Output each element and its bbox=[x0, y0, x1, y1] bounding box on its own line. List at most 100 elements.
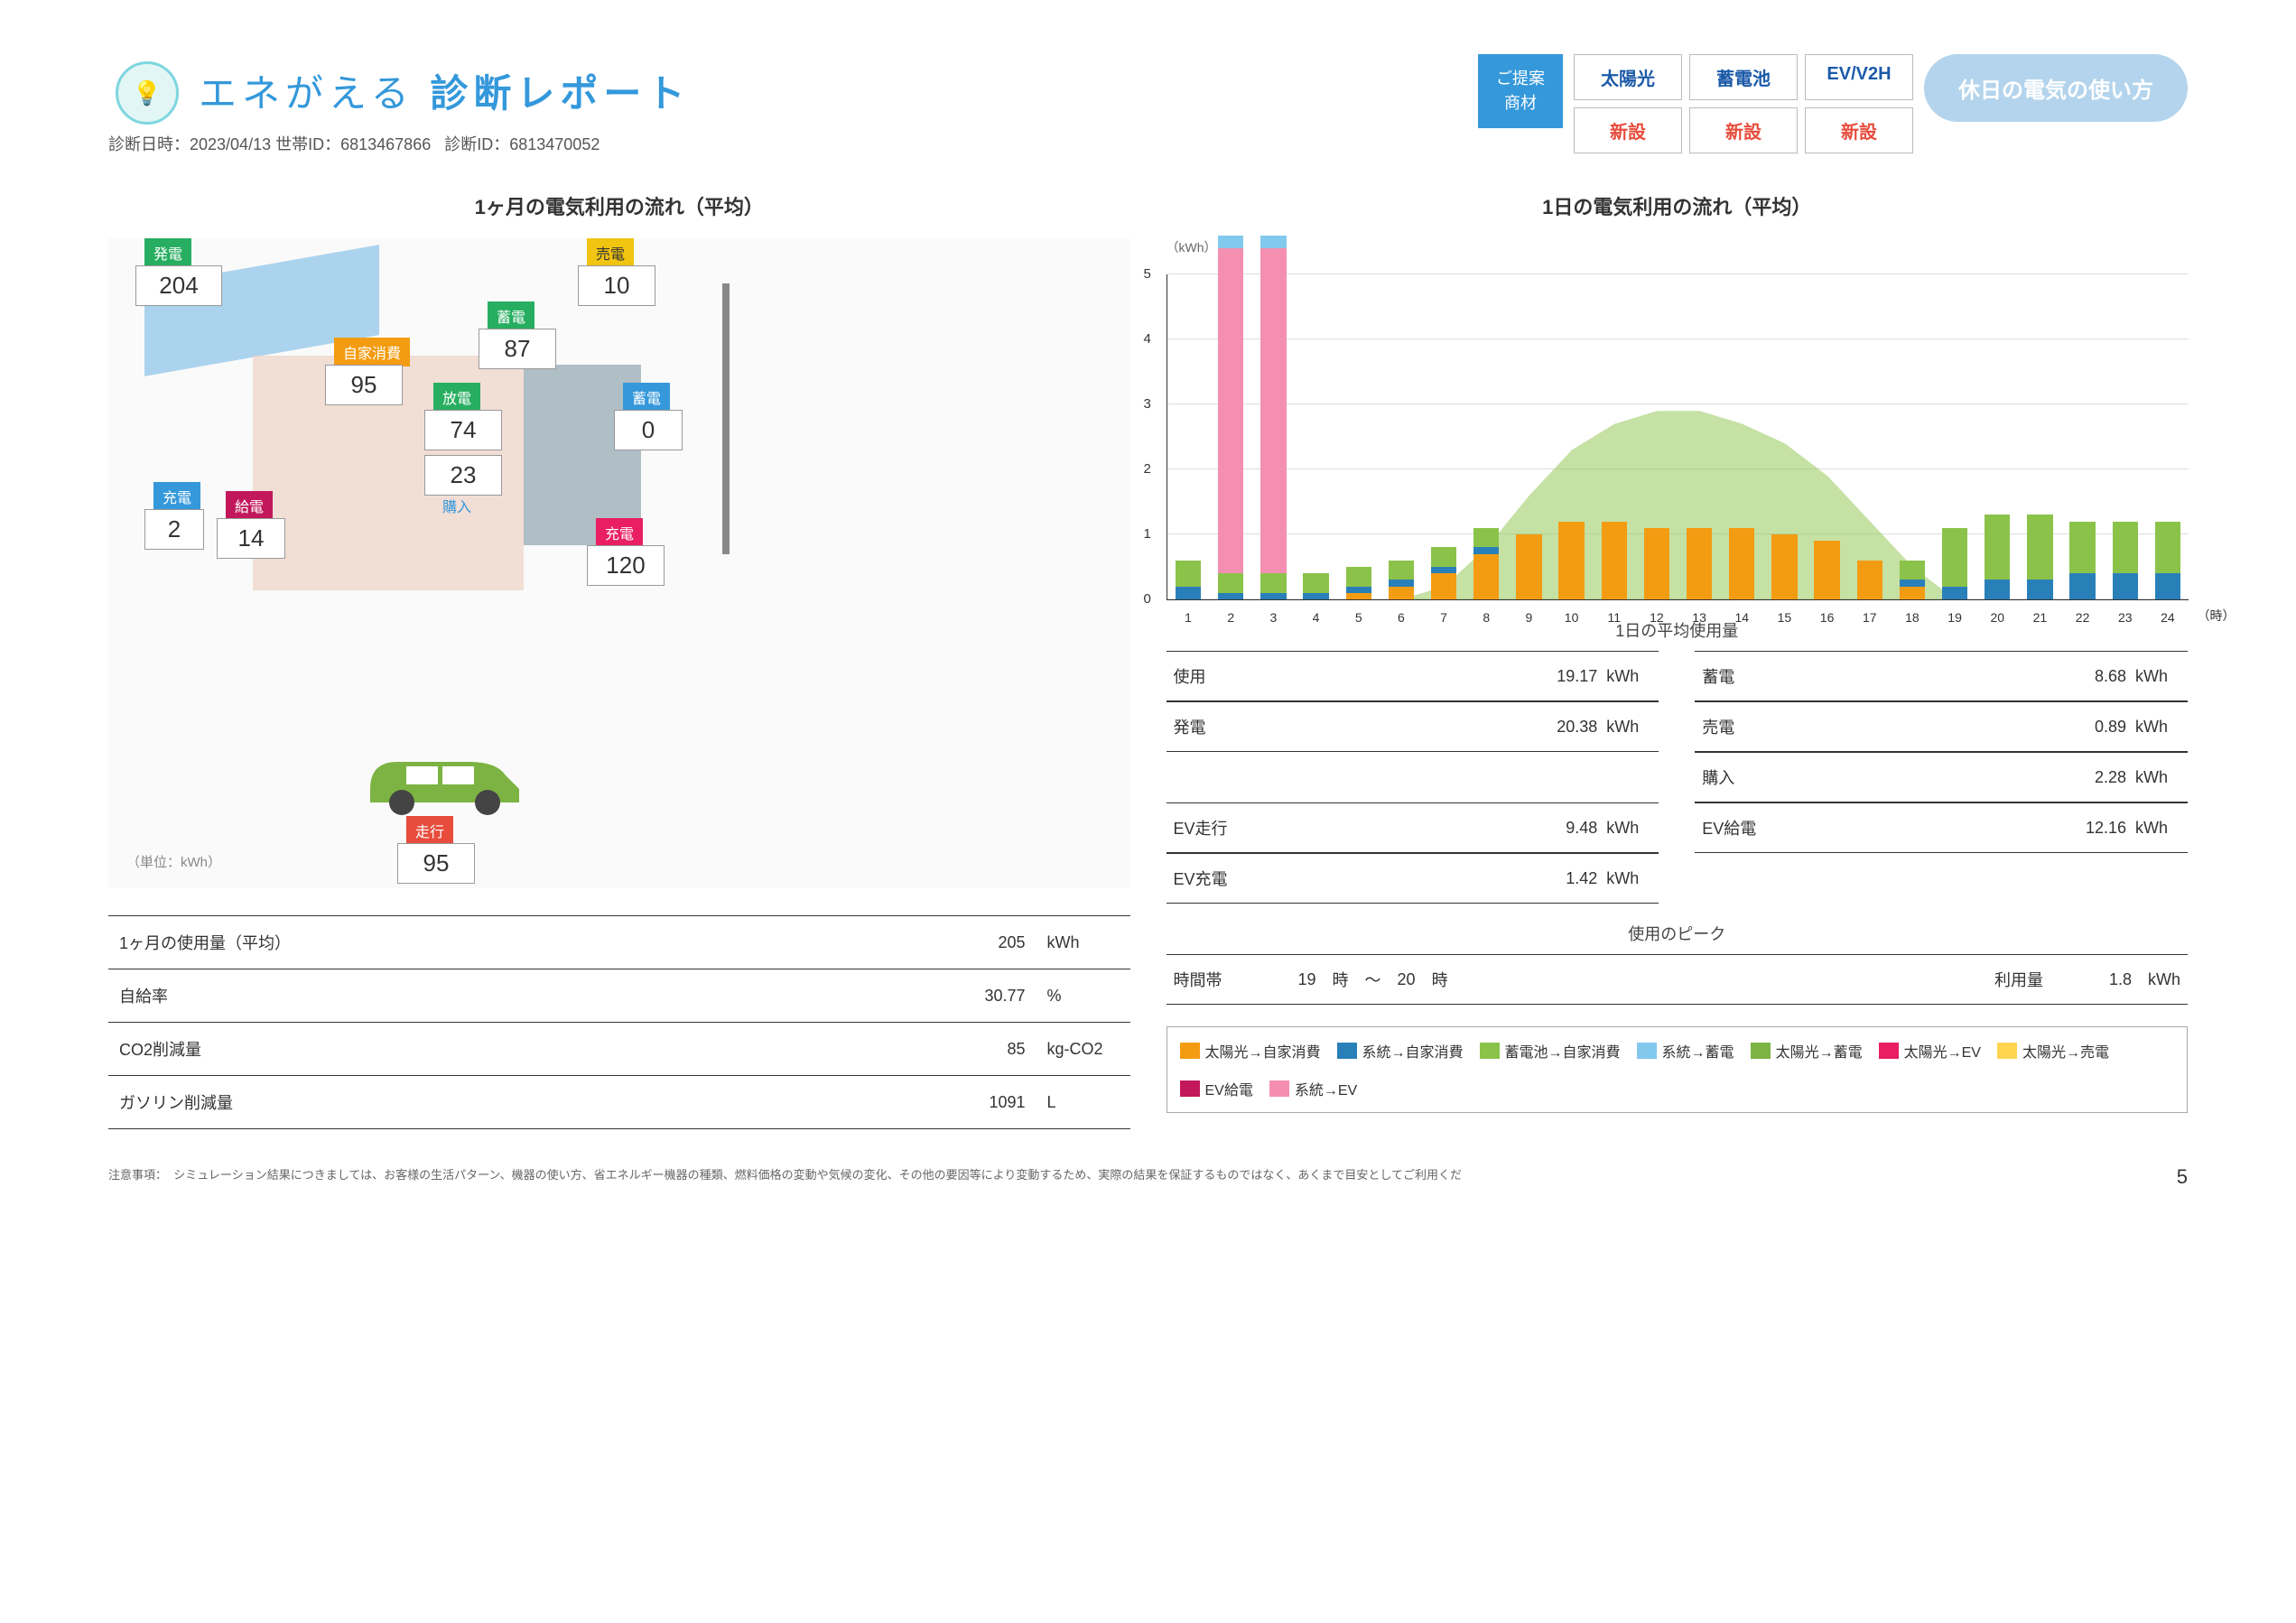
chart-bar bbox=[1985, 580, 2010, 599]
chart-bar bbox=[1389, 580, 1414, 586]
row-unit: kg-CO2 bbox=[1036, 1023, 1130, 1076]
row-unit: kWh bbox=[2135, 819, 2180, 838]
label-self: 自家消費 bbox=[334, 338, 410, 366]
value-chg: 120 bbox=[587, 545, 665, 586]
row-value: 1091 bbox=[810, 1076, 1036, 1129]
label-store2: 蓄電 bbox=[623, 383, 670, 412]
chart-bar bbox=[1814, 541, 1839, 599]
value-sell: 10 bbox=[578, 265, 655, 306]
row-unit: kWh bbox=[2135, 667, 2180, 686]
row-unit: kWh bbox=[1036, 916, 1130, 969]
chart-bar bbox=[1602, 522, 1627, 599]
value-gen: 204 bbox=[135, 265, 222, 306]
legend-item: 太陽光→蓄電 bbox=[1751, 1040, 1863, 1062]
row-unit: kWh bbox=[1606, 718, 1651, 737]
row-unit: kWh bbox=[1606, 819, 1651, 838]
row-label: EV給電 bbox=[1702, 816, 2054, 839]
page-number: 5 bbox=[2177, 1165, 2188, 1189]
label-store: 蓄電 bbox=[488, 301, 534, 330]
chart-bar bbox=[1389, 587, 1414, 599]
row-label: CO2削減量 bbox=[108, 1023, 810, 1076]
value-store: 87 bbox=[479, 329, 556, 369]
value-purch: 23 bbox=[424, 455, 502, 496]
chart-bar bbox=[1431, 567, 1456, 573]
chart-bar bbox=[2069, 522, 2095, 574]
row-value: 0.89 bbox=[2054, 718, 2126, 737]
row-unit: L bbox=[1036, 1076, 1130, 1129]
value-store2: 0 bbox=[614, 410, 683, 450]
value-self: 95 bbox=[325, 365, 403, 405]
label-chg-left: 充電 bbox=[153, 482, 200, 511]
legend-item: 太陽光→自家消費 bbox=[1180, 1040, 1321, 1062]
row-value: 8.68 bbox=[2054, 667, 2126, 686]
car-icon bbox=[352, 726, 533, 816]
monthly-flow-title: 1ヶ月の電気利用の流れ（平均） bbox=[108, 191, 1130, 220]
chart-bar bbox=[1771, 534, 1797, 599]
chart-bar bbox=[1729, 528, 1754, 599]
row-value: 20.38 bbox=[1525, 718, 1597, 737]
footer: 注意事項： シミュレーション結果につきましては、お客様の生活パターン、機器の使い… bbox=[108, 1165, 2188, 1189]
row-unit: kWh bbox=[1606, 869, 1651, 888]
row-unit: kWh bbox=[2135, 718, 2180, 737]
chart-bar bbox=[1473, 554, 1499, 599]
legend-item: 太陽光→EV bbox=[1879, 1040, 1981, 1062]
chart-bar bbox=[1346, 567, 1371, 587]
label-purch: 購入 bbox=[433, 491, 480, 520]
chart-bar bbox=[1473, 528, 1499, 548]
chart-bar bbox=[1346, 593, 1371, 599]
chart-bar bbox=[1176, 561, 1201, 587]
row-label: ガソリン削減量 bbox=[108, 1076, 810, 1129]
chart-bar bbox=[1389, 561, 1414, 580]
chart-bar bbox=[1857, 561, 1882, 599]
daily-avg-table: 使用19.17kWh蓄電8.68kWh発電20.38kWh売電0.89kWh 購… bbox=[1167, 651, 2189, 904]
equipment-grid: 太陽光 蓄電池 EV/V2H 新設 新設 新設 bbox=[1574, 54, 1913, 153]
chart-bar bbox=[2155, 522, 2180, 574]
value-sup: 14 bbox=[217, 518, 285, 559]
monthly-flow-diagram: 発電 204 売電 10 蓄電 87 自家消費 95 放電 74 蓄電 0 23… bbox=[108, 238, 1130, 888]
row-value: 12.16 bbox=[2054, 819, 2126, 838]
chart-bar bbox=[2069, 573, 2095, 599]
chart-legend: 太陽光→自家消費系統→自家消費蓄電池→自家消費系統→蓄電太陽光→蓄電太陽光→EV… bbox=[1167, 1026, 2189, 1113]
logo-title: 💡 エネがえる 診断レポート bbox=[108, 54, 690, 126]
row-label: 発電 bbox=[1174, 715, 1526, 738]
legend-item: 系統→蓄電 bbox=[1637, 1040, 1734, 1062]
row-value: 205 bbox=[810, 916, 1036, 969]
label-dis: 放電 bbox=[433, 383, 480, 412]
page-title: エネがえる 診断レポート bbox=[199, 63, 690, 118]
monthly-summary-table: 1ヶ月の使用量（平均）205kWh自給率30.77%CO2削減量85kg-CO2… bbox=[108, 915, 1130, 1129]
peak-label: 使用のピーク bbox=[1167, 922, 2189, 945]
chart-bar bbox=[1900, 561, 1925, 580]
chart-bar bbox=[1303, 593, 1328, 599]
chart-bar bbox=[1431, 547, 1456, 567]
unit-note: （単位：kWh） bbox=[126, 852, 221, 871]
report-meta: 診断日時：2023/04/13 世帯ID：6813467866 診断ID：681… bbox=[108, 132, 690, 155]
chart-bar bbox=[1473, 547, 1499, 553]
daily-chart: 0123451234567891011121314151617181920212… bbox=[1167, 274, 2189, 600]
value-chg-left: 2 bbox=[144, 509, 204, 550]
chart-bar bbox=[1900, 587, 1925, 599]
val-battery: 新設 bbox=[1689, 107, 1798, 153]
value-run: 95 bbox=[397, 843, 475, 884]
row-label: EV走行 bbox=[1174, 816, 1526, 839]
row-unit: kWh bbox=[1606, 667, 1651, 686]
monthly-flow-section: 1ヶ月の電気利用の流れ（平均） 発電 204 売電 10 蓄電 87 自家消費 … bbox=[108, 191, 1130, 1129]
row-label: 蓄電 bbox=[1702, 664, 2054, 688]
label-sup: 給電 bbox=[226, 491, 273, 520]
row-label: EV充電 bbox=[1174, 867, 1526, 890]
row-label: 購入 bbox=[1702, 765, 2054, 789]
chart-bar bbox=[1942, 528, 1967, 587]
header: 💡 エネがえる 診断レポート 診断日時：2023/04/13 世帯ID：6813… bbox=[108, 54, 2188, 155]
row-value: 2.28 bbox=[2054, 768, 2126, 787]
chart-bar bbox=[2113, 522, 2138, 574]
row-value: 30.77 bbox=[810, 969, 1036, 1023]
legend-item: 太陽光→売電 bbox=[1997, 1040, 2109, 1062]
row-value: 85 bbox=[810, 1023, 1036, 1076]
chart-bar bbox=[1218, 236, 1243, 248]
chart-bar bbox=[1303, 573, 1328, 593]
legend-item: EV給電 bbox=[1180, 1078, 1253, 1099]
legend-item: 系統→EV bbox=[1269, 1078, 1357, 1099]
legend-item: 系統→自家消費 bbox=[1337, 1040, 1464, 1062]
label-gen: 発電 bbox=[144, 238, 191, 267]
chart-bar bbox=[1346, 587, 1371, 593]
row-unit: kWh bbox=[2135, 768, 2180, 787]
